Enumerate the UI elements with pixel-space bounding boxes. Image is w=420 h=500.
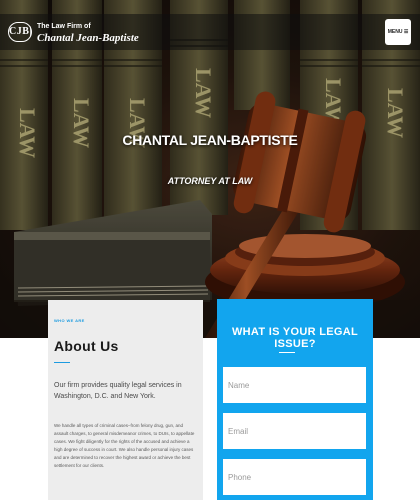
about-lead-text: Our firm provides quality legal services… — [54, 382, 182, 400]
legal-issue-form: WHAT IS YOUR LEGAL ISSUE? — [217, 299, 373, 500]
phone-field[interactable] — [223, 459, 366, 495]
hero-overlay — [0, 0, 420, 338]
hero-banner: LAW LAW LAW LAW LAW LAW CHANTAL JEAN-BAP… — [0, 0, 420, 338]
brand-tagline[interactable]: The Law Firm of — [37, 23, 91, 30]
about-body-text: We handle all types of criminal cases–fr… — [54, 423, 195, 468]
menu-button[interactable]: MENU ☰ — [385, 19, 411, 45]
hero-title: CHANTAL JEAN-BAPTISTE — [122, 132, 298, 148]
hero-subtitle: ATTORNEY AT LAW — [167, 176, 253, 186]
top-navigation-bar: CJB| The Law Firm of Chantal Jean-Baptis… — [0, 14, 420, 50]
logo-mark[interactable]: CJB| — [8, 22, 32, 42]
about-title: About Us — [54, 338, 119, 354]
email-field[interactable] — [223, 413, 366, 449]
form-divider — [279, 352, 295, 353]
about-divider — [54, 362, 70, 363]
about-section: WHO WE ARE About Us Our firm provides qu… — [48, 300, 203, 500]
name-field[interactable] — [223, 367, 366, 403]
brand-name[interactable]: Chantal Jean-Baptiste — [37, 32, 139, 44]
about-kicker: WHO WE ARE — [54, 318, 85, 323]
form-title: WHAT IS YOUR LEGAL ISSUE? — [232, 326, 358, 350]
